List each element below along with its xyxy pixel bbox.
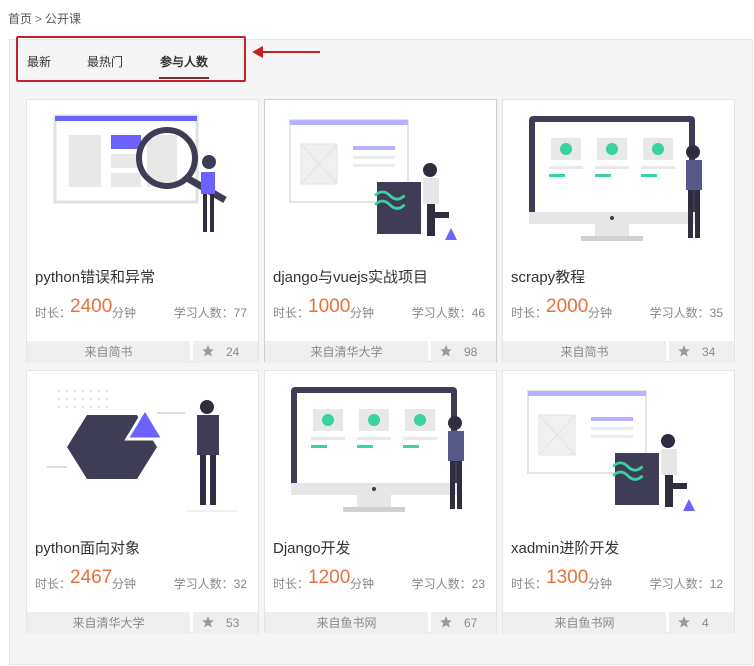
learner-count: 学习人数：46 (412, 304, 485, 321)
star-icon (678, 345, 690, 357)
annotation-highlight-box (16, 36, 246, 82)
star-icon (202, 616, 214, 628)
course-title[interactable]: python错误和异常 (35, 266, 155, 287)
course-source: 来自简书 (503, 341, 666, 363)
duration-unit: 分钟 (588, 577, 613, 591)
course-source: 来自清华大学 (27, 612, 190, 634)
duration-unit: 分钟 (350, 306, 375, 320)
course-source: 来自清华大学 (265, 341, 428, 363)
course-card[interactable]: django与vuejs实战项目时长： 1000 分钟 学习人数：46 来自清华大学 98 (264, 99, 497, 363)
learner-count: 学习人数：32 (174, 575, 247, 592)
star-icon (678, 616, 690, 628)
course-meta: 时长： 1200 分钟 学习人数：23 (273, 567, 490, 592)
learners-value: 35 (709, 306, 723, 320)
duration-label: 时长： (35, 306, 72, 320)
course-meta: 时长： 2000 分钟 学习人数：35 (511, 296, 728, 321)
learner-count: 学习人数：12 (650, 575, 723, 592)
course-card[interactable]: xadmin进阶开发时长： 1300 分钟 学习人数：12 来自鱼书网 4 (502, 370, 735, 634)
star-icon (202, 345, 214, 357)
favorite-button[interactable]: 24 (193, 341, 258, 363)
learners-value: 23 (471, 577, 485, 591)
course-source: 来自鱼书网 (503, 612, 666, 634)
star-icon (440, 345, 452, 357)
duration-value: 1300 (546, 567, 589, 588)
duration-value: 2000 (546, 296, 589, 317)
favorite-button[interactable]: 34 (669, 341, 734, 363)
course-footer: 来自清华大学 98 (265, 341, 496, 363)
course-source: 来自鱼书网 (265, 612, 428, 634)
course-meta: 时长： 1000 分钟 学习人数：46 (273, 296, 490, 321)
learners-label: 学习人数： (411, 577, 472, 591)
course-title[interactable]: django与vuejs实战项目 (273, 266, 428, 287)
course-illustration[interactable] (503, 371, 734, 531)
course-illustration[interactable] (503, 100, 734, 260)
favorite-count: 98 (464, 345, 478, 359)
duration-unit: 分钟 (350, 577, 375, 591)
course-source: 来自简书 (27, 341, 190, 363)
duration-label: 时长： (35, 577, 72, 591)
favorite-count: 67 (464, 616, 478, 630)
course-footer: 来自鱼书网 67 (265, 612, 496, 634)
learners-value: 12 (709, 577, 723, 591)
course-meta: 时长： 1300 分钟 学习人数：12 (511, 567, 728, 592)
favorite-count: 53 (226, 616, 240, 630)
learners-label: 学习人数： (173, 306, 234, 320)
learner-count: 学习人数：23 (412, 575, 485, 592)
favorite-button[interactable]: 67 (431, 612, 496, 634)
star-icon (440, 616, 452, 628)
breadcrumb-home[interactable]: 首页 (8, 12, 32, 26)
course-title[interactable]: scrapy教程 (511, 266, 585, 287)
course-title[interactable]: python面向对象 (35, 537, 140, 558)
course-title[interactable]: Django开发 (273, 537, 351, 558)
favorite-count: 24 (226, 345, 240, 359)
course-illustration[interactable] (265, 371, 496, 531)
favorite-button[interactable]: 4 (669, 612, 734, 634)
breadcrumb-separator: > (35, 12, 43, 26)
duration-unit: 分钟 (112, 577, 137, 591)
course-card[interactable]: python错误和异常时长： 2400 分钟 学习人数：77 来自简书 24 (26, 99, 259, 363)
learners-value: 46 (471, 306, 485, 320)
course-footer: 来自简书 34 (503, 341, 734, 363)
duration-value: 2400 (70, 296, 113, 317)
course-footer: 来自简书 24 (27, 341, 258, 363)
duration-label: 时长： (511, 306, 548, 320)
favorite-count: 4 (702, 616, 709, 630)
course-card[interactable]: python面向对象时长： 2467 分钟 学习人数：32 来自清华大学 53 (26, 370, 259, 634)
course-meta: 时长： 2400 分钟 学习人数：77 (35, 296, 252, 321)
favorite-button[interactable]: 53 (193, 612, 258, 634)
course-illustration[interactable] (27, 371, 258, 531)
learner-count: 学习人数：77 (174, 304, 247, 321)
breadcrumb: 首页 > 公开课 (8, 10, 81, 27)
annotation-arrow-icon (252, 46, 320, 58)
duration-value: 2467 (70, 567, 113, 588)
course-illustration[interactable] (27, 100, 258, 260)
learners-value: 32 (233, 577, 247, 591)
course-footer: 来自清华大学 53 (27, 612, 258, 634)
favorite-button[interactable]: 98 (431, 341, 496, 363)
duration-value: 1200 (308, 567, 351, 588)
course-footer: 来自鱼书网 4 (503, 612, 734, 634)
learner-count: 学习人数：35 (650, 304, 723, 321)
course-illustration[interactable] (265, 100, 496, 260)
learners-label: 学习人数： (411, 306, 472, 320)
favorite-count: 34 (702, 345, 716, 359)
duration-unit: 分钟 (588, 306, 613, 320)
duration-unit: 分钟 (112, 306, 137, 320)
duration-label: 时长： (511, 577, 548, 591)
duration-value: 1000 (308, 296, 351, 317)
breadcrumb-current: 公开课 (45, 12, 82, 26)
course-grid: python错误和异常 时长： 2400 分钟 学习人数：77 来自简书 24 django… (26, 99, 736, 639)
course-card[interactable]: Django开发时长： 1200 分钟 学习人数：23 来自鱼书网 67 (264, 370, 497, 634)
duration-label: 时长： (273, 577, 310, 591)
course-card[interactable]: scrapy教程时长： 2000 分钟 学习人数：35 来自简书 34 (502, 99, 735, 363)
learners-label: 学习人数： (649, 577, 710, 591)
duration-label: 时长： (273, 306, 310, 320)
learners-label: 学习人数： (649, 306, 710, 320)
learners-value: 77 (233, 306, 247, 320)
course-title[interactable]: xadmin进阶开发 (511, 537, 619, 558)
learners-label: 学习人数： (173, 577, 234, 591)
course-meta: 时长： 2467 分钟 学习人数：32 (35, 567, 252, 592)
